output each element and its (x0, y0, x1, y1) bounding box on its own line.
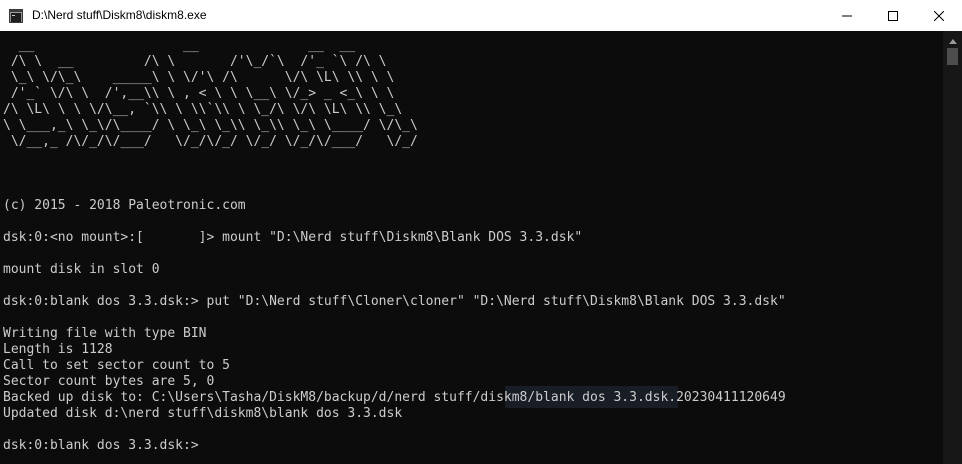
output-line: Call to set sector count to 5 (3, 358, 230, 373)
console-window: D:\Nerd stuff\Diskm8\diskm8.exe __ __ __… (0, 0, 962, 464)
command-line-put: dsk:0:blank dos 3.3.dsk:> put "D:\Nerd s… (3, 294, 786, 309)
banner-line: \_\ \/\_\ _____\ \ \/'\ /\ \/\ \L\ \\ \ … (3, 70, 395, 85)
banner-line: /\ \ __ /\ \ /'\_/`\ /'_ `\ /\ \ (3, 54, 387, 69)
title-bar[interactable]: D:\Nerd stuff\Diskm8\diskm8.exe (0, 0, 962, 31)
command-prompt[interactable]: dsk:0:blank dos 3.3.dsk:> (3, 438, 786, 454)
output-line: Updated disk d:\nerd stuff\diskm8\blank … (3, 406, 403, 421)
command-line-mount: dsk:0:<no mount>:[ ]> mount "D:\Nerd stu… (3, 230, 583, 245)
scrollbar-thumb[interactable] (947, 48, 958, 65)
output-line: Sector count bytes are 5, 0 (3, 374, 215, 389)
output-line: Writing file with type BIN (3, 326, 207, 341)
output-line: Backed up disk to: C:\Users\Tasha/DiskM8… (3, 390, 786, 405)
output-line: Length is 1128 (3, 342, 113, 357)
console-app-icon (9, 8, 23, 23)
copyright-line: (c) 2015 - 2018 Paleotronic.com (3, 198, 246, 213)
banner-line: \ \___,_\ \_\/\____/ \ \_\ \_\\ \_\\ \_\… (3, 118, 418, 133)
window-title: D:\Nerd stuff\Diskm8\diskm8.exe (32, 8, 207, 22)
close-icon (933, 6, 945, 25)
chevron-up-icon (948, 29, 957, 48)
close-button[interactable] (916, 0, 962, 31)
banner-line: /'_` \/\ \ /',__\\ \ , < \ \ \__\ \/_> _… (3, 86, 395, 101)
maximize-button[interactable] (870, 0, 916, 31)
console-output-area[interactable]: __ __ __ __ /\ \ __ /\ \ /'\_/`\ /'_ `\ … (0, 31, 943, 464)
banner-line: \/__,_ /\/_/\/___/ \/_/\/_/ \/_/ \/_/\/_… (3, 134, 418, 149)
output-line: mount disk in slot 0 (3, 262, 160, 277)
maximize-icon (888, 6, 898, 25)
banner-line: __ __ __ __ (3, 38, 356, 53)
minimize-button[interactable] (824, 0, 870, 31)
banner-line: /\ \L\ \ \ \/\__, `\\ \ \\`\\ \ \_/\ \/\… (3, 102, 403, 117)
console-text: __ __ __ __ /\ \ __ /\ \ /'\_/`\ /'_ `\ … (3, 38, 786, 454)
scroll-up-button[interactable] (943, 31, 962, 45)
minimize-icon (842, 6, 852, 25)
vertical-scrollbar[interactable] (943, 31, 962, 464)
